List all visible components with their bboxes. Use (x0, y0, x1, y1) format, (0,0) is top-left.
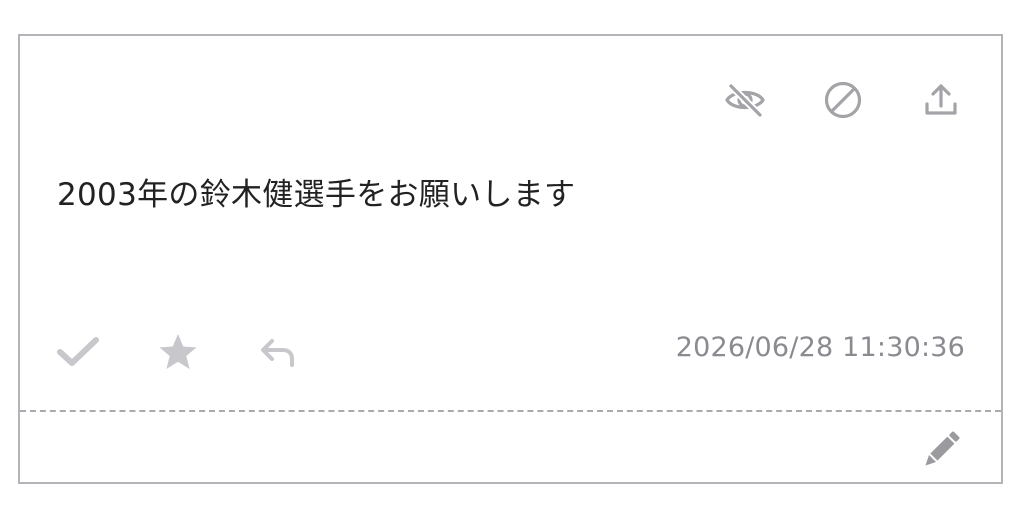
check-button[interactable] (54, 328, 102, 376)
message-text: 2003年の鈴木健選手をお願いします (57, 177, 576, 213)
ban-icon (824, 81, 862, 119)
check-icon (57, 337, 99, 366)
bottom-action-bar (54, 328, 354, 376)
eye-slash-icon (725, 83, 765, 118)
reply-icon (261, 339, 294, 367)
share-button[interactable] (917, 76, 965, 124)
message-timestamp: 2026/06/28 11:30:36 (675, 332, 965, 363)
top-action-bar (671, 76, 965, 124)
star-icon (159, 334, 197, 369)
dashed-divider (20, 410, 1001, 412)
hide-button[interactable] (721, 76, 769, 124)
pencil-icon (925, 431, 960, 466)
edit-button[interactable] (915, 424, 967, 476)
star-button[interactable] (154, 328, 202, 376)
upload-icon (925, 84, 957, 115)
message-card: 2003年の鈴木健選手をお願いします 2026/06/28 11:30:36 (18, 34, 1003, 484)
block-button[interactable] (819, 76, 867, 124)
reply-button[interactable] (254, 328, 302, 376)
